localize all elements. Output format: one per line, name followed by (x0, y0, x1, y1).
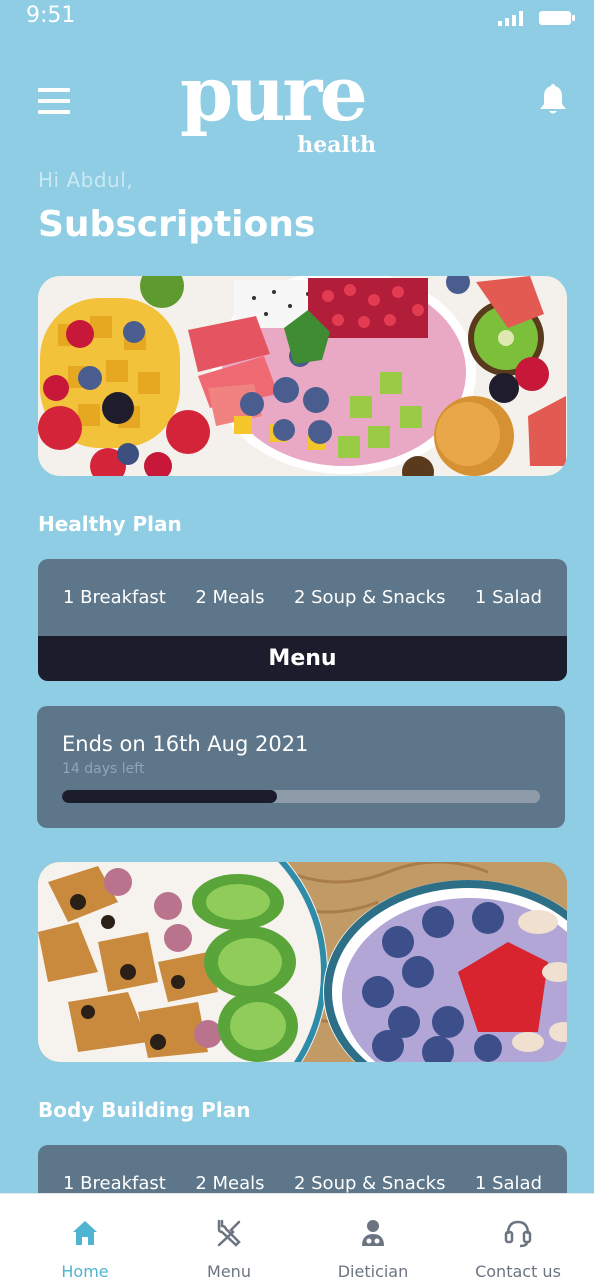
headset-icon (504, 1220, 532, 1248)
plan-items: 1 Breakfast 2 Meals 2 Soup & Snacks 1 Sa… (38, 559, 567, 636)
plan-name: Healthy Plan (38, 512, 182, 536)
healthy-plan-image[interactable] (38, 276, 567, 476)
progress-fill (62, 790, 278, 803)
plan-item: 2 Meals (195, 587, 265, 608)
plan-item: 2 Meals (195, 1173, 265, 1194)
fork-knife-icon (217, 1219, 241, 1247)
plan-item: 1 Breakfast (63, 587, 166, 608)
nav-item-home[interactable]: Home (11, 1194, 159, 1281)
logo-sub-text: health (297, 132, 376, 158)
greeting-text: Hi Abdul, (38, 168, 134, 192)
status-time: 9:51 (26, 3, 76, 28)
hamburger-menu-icon[interactable] (38, 88, 70, 116)
header: pure health (0, 56, 594, 168)
healthy-plan-card: 1 Breakfast 2 Meals 2 Soup & Snacks 1 Sa… (38, 559, 567, 681)
plan-item: 2 Soup & Snacks (293, 1173, 446, 1194)
nav-item-dietician[interactable]: Dietician (299, 1194, 447, 1281)
logo-main-text: pure (180, 49, 368, 138)
days-left-text: 14 days left (62, 761, 145, 777)
nav-item-contact-us[interactable]: Contact us (444, 1194, 592, 1281)
plan-item: 1 Salad (474, 587, 542, 608)
nav-item-menu[interactable]: Menu (155, 1194, 303, 1281)
signal-icon (498, 11, 523, 26)
plan-name: Body Building Plan (38, 1098, 251, 1122)
page-title: Subscriptions (38, 204, 316, 245)
status-bar: 9:51 (0, 0, 594, 34)
menu-button[interactable]: Menu (38, 636, 567, 681)
plan-item: 1 Breakfast (63, 1173, 166, 1194)
body-building-plan-image[interactable] (38, 862, 567, 1062)
bell-icon[interactable] (538, 82, 568, 116)
plan-item: 1 Salad (474, 1173, 542, 1194)
home-icon (73, 1221, 97, 1245)
battery-icon (539, 11, 575, 25)
bottom-nav: Home Menu Dietician Contact us (0, 1193, 594, 1281)
subscription-status-card: Ends on 16th Aug 2021 14 days left (37, 706, 565, 828)
nav-label-contact-us: Contact us (475, 1262, 561, 1281)
pure-health-logo: pure health (180, 56, 380, 168)
nav-label-dietician: Dietician (337, 1262, 409, 1281)
subscription-end-date: Ends on 16th Aug 2021 (62, 732, 309, 756)
nav-label-home: Home (61, 1262, 109, 1281)
nav-label-menu: Menu (207, 1262, 251, 1281)
plan-item: 2 Soup & Snacks (293, 587, 446, 608)
doctor-icon (362, 1220, 384, 1246)
subscription-progress-bar (62, 790, 540, 803)
